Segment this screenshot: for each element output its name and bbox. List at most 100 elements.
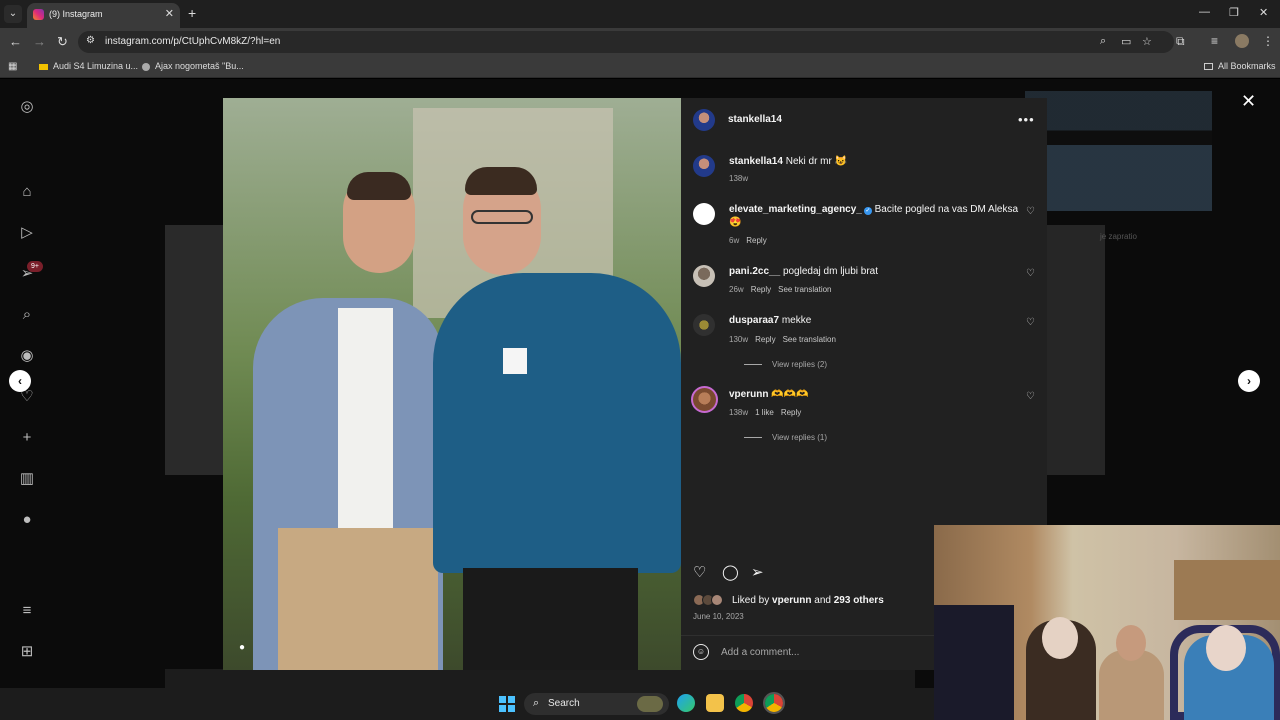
comment-username[interactable]: vperunn xyxy=(729,389,768,400)
taskbar-search[interactable]: ⌕ Search xyxy=(524,693,669,715)
likes-user[interactable]: vperunn xyxy=(772,595,811,606)
bookmarks-bar: ▦ Audi S4 Limuzina u... Ajax nogometaš "… xyxy=(0,56,1280,78)
reply-button[interactable]: Reply xyxy=(746,236,766,245)
comment-item: pani.2cc__ pogledaj dm ljubi brat 26w Rep… xyxy=(693,265,1035,297)
dashboard-icon[interactable]: ▥ xyxy=(18,470,36,488)
edge-icon[interactable] xyxy=(677,694,695,712)
comment-item: vperunn 🫶🫶🫶 138w 1 like Reply ♡ View repli… xyxy=(691,386,1035,446)
media-controls-icon[interactable]: ≡ xyxy=(1211,34,1218,48)
search-highlight-icon xyxy=(637,696,663,712)
reply-button[interactable]: Reply xyxy=(781,408,801,417)
see-translation-button[interactable]: See translation xyxy=(778,285,831,294)
chrome-active-icon[interactable] xyxy=(763,692,785,714)
reply-button[interactable]: Reply xyxy=(751,285,771,294)
tab-search-button[interactable]: ⌄ xyxy=(4,5,22,23)
commenter-avatar[interactable] xyxy=(691,386,718,413)
view-replies-button[interactable]: View replies (2) xyxy=(744,360,827,369)
owner-avatar[interactable] xyxy=(693,109,715,131)
background-faded-text: je zapratio xyxy=(1100,232,1137,241)
comment-likes[interactable]: 1 like xyxy=(755,408,774,417)
like-comment-icon[interactable]: ♡ xyxy=(1026,317,1035,328)
bookmark-item[interactable]: Audi S4 Limuzina u... xyxy=(39,61,138,71)
bookmark-star-icon[interactable]: ☆ xyxy=(1142,35,1152,48)
post-header: stankella14 ••• xyxy=(681,98,1047,142)
home-icon[interactable]: ⌂ xyxy=(18,183,36,201)
browser-tab[interactable]: (9) Instagram ✕ xyxy=(27,3,180,28)
profile-icon[interactable]: ● xyxy=(18,511,36,529)
cast-icon[interactable]: ▭ xyxy=(1121,35,1131,48)
post-photo[interactable]: ● xyxy=(223,98,681,670)
all-bookmarks[interactable]: All Bookmarks xyxy=(1204,61,1276,71)
bookmark-item[interactable]: Ajax nogometaš "Bu... xyxy=(142,61,244,71)
windows-taskbar: ⌕ Search xyxy=(0,688,934,720)
instagram-icon[interactable]: ◎ xyxy=(18,98,36,116)
minimize-button[interactable]: — xyxy=(1199,6,1210,18)
address-bar[interactable]: ⚙ instagram.com/p/CtUphCvM8kZ/?hl=en ⌕ ▭… xyxy=(78,31,1174,53)
reels-icon[interactable]: ▷ xyxy=(18,224,36,242)
commenter-avatar[interactable] xyxy=(693,314,715,336)
comment-icon[interactable]: ◯ xyxy=(722,563,739,581)
reload-button[interactable]: ↻ xyxy=(57,34,68,50)
see-translation-button[interactable]: See translation xyxy=(783,335,836,344)
liker-avatar xyxy=(711,594,723,606)
comment-item: elevate_marketing_agency_ ✓ Bacite pogled… xyxy=(693,203,1035,245)
tab-close-icon[interactable]: ✕ xyxy=(165,7,174,20)
owner-username[interactable]: stankella14 xyxy=(728,114,782,125)
bookmark-label: Audi S4 Limuzina u... xyxy=(53,61,139,71)
caption-username[interactable]: stankella14 xyxy=(729,156,783,167)
menu-icon[interactable]: ≡ xyxy=(18,602,36,620)
close-modal-icon[interactable]: ✕ xyxy=(1241,91,1256,112)
commenter-avatar[interactable] xyxy=(693,203,715,225)
back-button[interactable]: ← xyxy=(9,34,22,49)
like-icon[interactable]: ♡ xyxy=(693,563,706,581)
zoom-icon[interactable]: ⌕ xyxy=(1100,35,1106,48)
view-replies-button[interactable]: View replies (1) xyxy=(744,433,827,442)
tagged-user-icon[interactable]: ● xyxy=(235,642,249,656)
likes-prefix: Liked by xyxy=(732,595,770,606)
browser-menu-icon[interactable]: ⋮ xyxy=(1262,34,1274,48)
commenter-avatar[interactable] xyxy=(693,265,715,287)
owner-avatar[interactable] xyxy=(693,155,715,177)
verified-badge-icon: ✓ xyxy=(863,207,872,215)
comment-text: 🫶🫶🫶 xyxy=(771,389,809,400)
feed-post-background xyxy=(1045,225,1105,475)
profile-avatar[interactable] xyxy=(1235,34,1249,48)
like-comment-icon[interactable]: ♡ xyxy=(1026,268,1035,279)
apps-grid-icon[interactable]: ▦ xyxy=(8,61,17,72)
browser-tab-bar: ⌄ (9) Instagram ✕ + — ❐ ✕ xyxy=(0,0,1280,28)
caption: stankella14 Neki dr mr 😺 138w xyxy=(693,155,1033,185)
create-icon[interactable]: + xyxy=(18,429,36,447)
reply-button[interactable]: Reply xyxy=(755,335,775,344)
globe-icon xyxy=(142,62,150,71)
new-tab-button[interactable]: + xyxy=(188,5,196,21)
extensions-icon[interactable]: ⧉ xyxy=(1176,34,1185,49)
share-icon[interactable]: ➢ xyxy=(751,563,764,581)
site-info-icon[interactable]: ⚙ xyxy=(86,35,95,46)
file-explorer-icon[interactable] xyxy=(706,694,724,712)
explore-icon[interactable]: ◉ xyxy=(18,347,36,365)
likes-others[interactable]: 293 others xyxy=(834,595,884,606)
next-post-arrow[interactable]: › xyxy=(1238,370,1260,392)
close-window-button[interactable]: ✕ xyxy=(1259,6,1268,19)
restore-button[interactable]: ❐ xyxy=(1229,6,1239,19)
comment-text: mekke xyxy=(781,315,812,326)
more-icon[interactable]: ⊞ xyxy=(18,643,36,661)
like-comment-icon[interactable]: ♡ xyxy=(1026,391,1035,402)
url-text[interactable]: instagram.com/p/CtUphCvM8kZ/?hl=en xyxy=(105,36,280,47)
previous-post-arrow[interactable]: ‹ xyxy=(9,370,31,392)
comment-username[interactable]: elevate_marketing_agency_ xyxy=(729,204,862,215)
search-icon[interactable]: ⌕ xyxy=(18,306,36,324)
more-options-icon[interactable]: ••• xyxy=(1018,112,1035,127)
emoji-icon[interactable]: ☺ xyxy=(693,644,709,660)
background-flag-image xyxy=(1025,91,1212,211)
all-bookmarks-label: All Bookmarks xyxy=(1218,61,1276,71)
comment-age: 130w xyxy=(729,335,749,344)
comment-username[interactable]: pani.2cc__ xyxy=(729,266,780,277)
like-comment-icon[interactable]: ♡ xyxy=(1026,206,1035,217)
webcam-overlay xyxy=(934,525,1280,720)
start-menu-icon[interactable] xyxy=(499,696,515,712)
comment-username[interactable]: dusparaa7 xyxy=(729,315,779,326)
chrome-icon[interactable] xyxy=(735,694,753,712)
instagram-favicon-icon xyxy=(33,9,44,20)
forward-button[interactable]: → xyxy=(33,34,46,49)
